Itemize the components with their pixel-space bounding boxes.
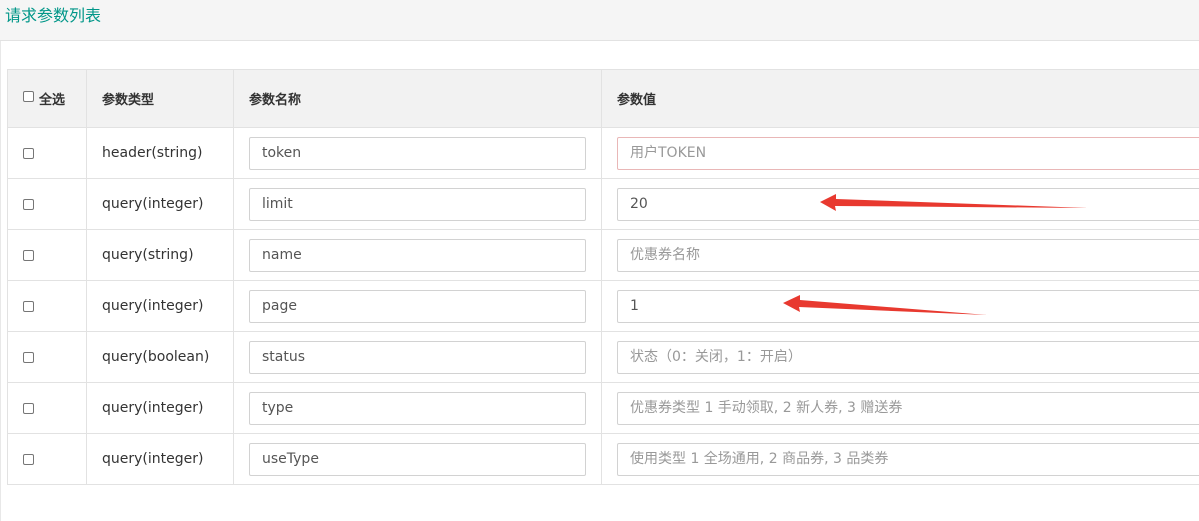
param-value-cell: 用户TOKEN	[601, 127, 1199, 179]
param-value-cell: 优惠券类型 1 手动领取, 2 新人券, 3 赠送券	[601, 382, 1199, 434]
row-check-cell	[7, 127, 87, 179]
table-row: query(string) name 优惠券名称	[7, 229, 1199, 281]
param-name-input[interactable]: name	[249, 238, 586, 272]
param-value-cell: 20	[601, 178, 1199, 230]
select-all-header: 全选	[7, 69, 87, 128]
table-row: header(string) token 用户TOKEN	[7, 127, 1199, 179]
param-type: query(integer)	[86, 178, 234, 230]
table-row: query(integer) limit 20	[7, 178, 1199, 230]
param-value-cell: 优惠券名称	[601, 229, 1199, 281]
row-checkbox[interactable]	[23, 147, 34, 159]
param-value-input[interactable]: 优惠券类型 1 手动领取, 2 新人券, 3 赠送券	[617, 391, 1199, 425]
param-value-input[interactable]: 20	[617, 187, 1199, 221]
row-check-cell	[7, 331, 87, 383]
param-type: query(boolean)	[86, 331, 234, 383]
param-value-cell: 1	[601, 280, 1199, 332]
panel-header: 请求参数列表	[0, 0, 1199, 41]
param-type: header(string)	[86, 127, 234, 179]
request-params-table: 全选 参数类型 参数名称 参数值 header(string) token 用户…	[7, 69, 1199, 485]
param-value-cell: 使用类型 1 全场通用, 2 商品券, 3 品类券	[601, 433, 1199, 485]
param-value-input[interactable]: 优惠券名称	[617, 238, 1199, 272]
row-check-cell	[7, 433, 87, 485]
param-type: query(string)	[86, 229, 234, 281]
row-check-cell	[7, 178, 87, 230]
param-value-input[interactable]: 状态（0：关闭，1：开启）	[617, 340, 1199, 374]
param-value-cell: 状态（0：关闭，1：开启）	[601, 331, 1199, 383]
table-row: query(integer) page 1	[7, 280, 1199, 332]
param-name-input[interactable]: status	[249, 340, 586, 374]
param-name-input[interactable]: useType	[249, 442, 586, 476]
param-value-input[interactable]: 用户TOKEN	[617, 136, 1199, 170]
row-checkbox[interactable]	[23, 249, 34, 261]
param-value-header: 参数值	[601, 69, 1199, 128]
table-row: query(integer) type 优惠券类型 1 手动领取, 2 新人券,…	[7, 382, 1199, 434]
param-name-input[interactable]: type	[249, 391, 586, 425]
param-name-cell: useType	[233, 433, 602, 485]
param-name-cell: page	[233, 280, 602, 332]
param-name-input[interactable]: token	[249, 136, 586, 170]
param-value-input[interactable]: 使用类型 1 全场通用, 2 商品券, 3 品类券	[617, 442, 1199, 476]
row-checkbox[interactable]	[23, 351, 34, 363]
param-type: query(integer)	[86, 280, 234, 332]
panel-left-border	[0, 41, 1, 521]
param-name-cell: name	[233, 229, 602, 281]
row-checkbox[interactable]	[23, 198, 34, 210]
select-all-label: 全选	[39, 93, 66, 108]
row-check-cell	[7, 280, 87, 332]
row-checkbox[interactable]	[23, 453, 34, 465]
panel-title: 请求参数列表	[5, 6, 102, 25]
row-checkbox[interactable]	[23, 402, 34, 414]
param-name-cell: limit	[233, 178, 602, 230]
param-name-input[interactable]: limit	[249, 187, 586, 221]
param-type: query(integer)	[86, 433, 234, 485]
param-type-header: 参数类型	[86, 69, 234, 128]
param-name-cell: status	[233, 331, 602, 383]
param-name-cell: type	[233, 382, 602, 434]
param-type: query(integer)	[86, 382, 234, 434]
row-checkbox[interactable]	[23, 300, 34, 312]
param-value-input[interactable]: 1	[617, 289, 1199, 323]
row-check-cell	[7, 229, 87, 281]
row-check-cell	[7, 382, 87, 434]
param-name-input[interactable]: page	[249, 289, 586, 323]
select-all-checkbox[interactable]	[23, 91, 34, 102]
param-name-cell: token	[233, 127, 602, 179]
table-header-row: 全选 参数类型 参数名称 参数值	[7, 69, 1199, 128]
param-name-header: 参数名称	[233, 69, 602, 128]
table-row: query(integer) useType 使用类型 1 全场通用, 2 商品…	[7, 433, 1199, 485]
table-row: query(boolean) status 状态（0：关闭，1：开启）	[7, 331, 1199, 383]
